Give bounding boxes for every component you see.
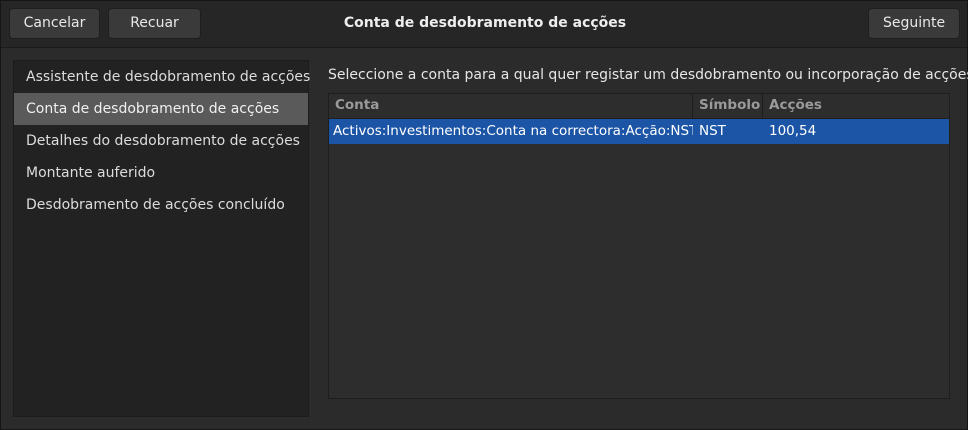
next-button[interactable]: Seguinte (868, 8, 960, 39)
cell-symbol: NST (699, 123, 726, 139)
back-button[interactable]: Recuar (108, 8, 201, 39)
table-header: Conta Símbolo Acções (329, 94, 949, 119)
column-header-account[interactable]: Conta (329, 94, 693, 118)
cancel-button[interactable]: Cancelar (9, 8, 100, 39)
sidebar-item-assistant: Assistente de desdobramento de acções (26, 69, 311, 85)
instruction-text: Seleccione a conta para a qual quer regi… (328, 67, 968, 83)
cell-shares: 100,54 (769, 123, 817, 139)
account-table[interactable]: Conta Símbolo Acções Activos:Investiment… (328, 93, 950, 399)
sidebar-item-split-account: Conta de desdobramento de acções (14, 93, 308, 125)
table-row[interactable]: Activos:Investimentos:Conta na corrector… (329, 119, 949, 144)
header-bar: Cancelar Recuar Conta de desdobramento d… (1, 1, 967, 48)
assistant-window: Cancelar Recuar Conta de desdobramento d… (0, 0, 968, 430)
sidebar-item-split-details: Detalhes do desdobramento de acções (26, 133, 300, 149)
sidebar-item-finish: Desdobramento de acções concluído (26, 197, 285, 213)
window-title: Conta de desdobramento de acções (343, 15, 627, 31)
sidebar-item-cash-in-lieu: Montante auferido (26, 165, 156, 181)
cell-account: Activos:Investimentos:Conta na corrector… (333, 123, 693, 139)
assistant-sidebar: Assistente de desdobramento de acções Co… (13, 60, 311, 417)
column-header-shares[interactable]: Acções (763, 94, 949, 118)
column-header-symbol[interactable]: Símbolo (693, 94, 763, 118)
